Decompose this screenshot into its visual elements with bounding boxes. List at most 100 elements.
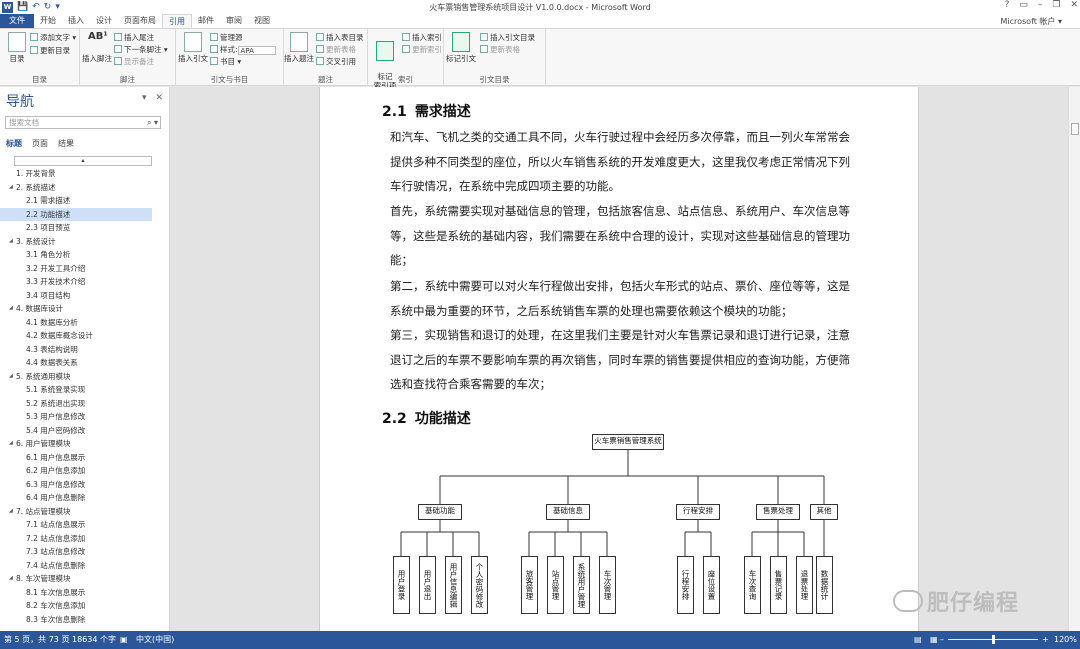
close-icon[interactable]: ✕ xyxy=(1070,0,1078,10)
insert-footnote-button[interactable]: AB¹ 插入脚注 xyxy=(82,32,112,64)
nav-heading-item[interactable]: 2.3 项目预览 xyxy=(0,221,168,235)
tab-mailings[interactable]: 邮件 xyxy=(192,14,220,28)
nav-heading-item[interactable]: 5.1 系统登录实现 xyxy=(0,383,168,397)
nav-heading-item[interactable]: 3.1 角色分析 xyxy=(0,248,168,262)
nav-heading-item[interactable]: 3.4 项目结构 xyxy=(0,289,168,303)
nav-heading-item[interactable]: ◢ 4. 数据库设计 xyxy=(0,302,168,316)
zoom-level[interactable]: 120% xyxy=(1054,631,1077,649)
restore-icon[interactable]: ❐ xyxy=(1052,0,1060,10)
nav-heading-item[interactable]: 7.3 站点信息修改 xyxy=(0,545,168,559)
add-text-button[interactable]: 添加文字 ▾ xyxy=(30,33,76,43)
insert-endnote-button[interactable]: 插入尾注 xyxy=(114,33,154,43)
zoom-slider-thumb[interactable] xyxy=(992,635,995,644)
tab-file[interactable]: 文件 xyxy=(0,14,34,28)
nav-heading-item[interactable]: 6.2 用户信息添加 xyxy=(0,464,168,478)
page-count[interactable]: 第 5 页，共 73 页 xyxy=(4,631,69,649)
minimize-icon[interactable]: – xyxy=(1038,0,1043,10)
nav-tab-pages[interactable]: 页面 xyxy=(32,138,48,149)
tab-home[interactable]: 开始 xyxy=(34,14,62,28)
nav-heading-item[interactable]: ◢ 2. 系统描述 xyxy=(0,181,168,195)
paragraph-3[interactable]: 第二，系统中需要可以对火车行程做出安排，包括火车形式的站点、票价、座位等等，这是… xyxy=(390,274,860,323)
nav-tab-results[interactable]: 结果 xyxy=(58,138,74,149)
scrollbar-thumb[interactable] xyxy=(1071,123,1079,135)
read-mode-icon[interactable]: ▤ xyxy=(914,631,922,649)
paragraph-4[interactable]: 第三，实现销售和退订的处理，在这里我们主要是针对火车售票记录和退订进行记录，注意… xyxy=(390,323,860,397)
nav-heading-item[interactable]: 3.3 开发技术介绍 xyxy=(0,275,168,289)
help-icon[interactable]: ? xyxy=(1005,0,1010,10)
collapse-triangle-icon[interactable]: ◢ xyxy=(9,572,13,586)
update-table-button[interactable]: 更新表格 xyxy=(316,45,356,55)
proofing-icon[interactable]: ▣ xyxy=(120,631,128,649)
mark-citation-button[interactable]: 标记引文 xyxy=(446,32,476,63)
nav-heading-item[interactable]: 8.3 车次信息删除 xyxy=(0,613,168,627)
tab-insert[interactable]: 插入 xyxy=(62,14,90,28)
ribbon-display-icon[interactable]: ▭ xyxy=(1019,0,1028,10)
insert-index-button[interactable]: 插入索引 xyxy=(402,33,442,43)
nav-heading-item[interactable]: 7.2 站点信息添加 xyxy=(0,532,168,546)
show-notes-button[interactable]: 显示备注 xyxy=(114,57,154,67)
manage-sources-button[interactable]: 管理源 xyxy=(210,33,243,43)
citation-style-select[interactable]: 样式: APA xyxy=(210,45,276,55)
nav-heading-item[interactable]: 1. 开发背景 xyxy=(0,167,168,181)
collapse-triangle-icon[interactable]: ◢ xyxy=(9,437,13,451)
zoom-out-icon[interactable]: – xyxy=(940,631,944,649)
cross-reference-button[interactable]: 交叉引用 xyxy=(316,57,356,67)
account-menu[interactable]: Microsoft 帐户 ▾ xyxy=(1000,16,1062,27)
tab-references[interactable]: 引用 xyxy=(162,14,192,28)
style-dropdown[interactable]: APA xyxy=(237,46,276,55)
nav-heading-item[interactable]: 4.1 数据库分析 xyxy=(0,316,168,330)
nav-heading-item[interactable]: 6.1 用户信息展示 xyxy=(0,451,168,465)
paragraph-1[interactable]: 和汽车、飞机之类的交通工具不同，火车行驶过程中会经历多次停靠，而且一列火车常常会… xyxy=(390,125,860,199)
nav-heading-item[interactable]: 6.3 用户信息修改 xyxy=(0,478,168,492)
nav-heading-item[interactable]: 2.1 需求描述 xyxy=(0,194,168,208)
next-footnote-button[interactable]: 下一条脚注 ▾ xyxy=(114,45,168,55)
collapse-triangle-icon[interactable]: ◢ xyxy=(9,370,13,384)
collapse-triangle-icon[interactable]: ◢ xyxy=(9,302,13,316)
nav-heading-item[interactable]: 4.2 数据库概念设计 xyxy=(0,329,168,343)
nav-scroll-up[interactable]: ▴ xyxy=(14,156,152,166)
nav-search-input[interactable]: 搜索文档 ⌕ ▾ xyxy=(5,116,161,129)
insert-caption-button[interactable]: 插入题注 xyxy=(284,32,314,63)
collapse-triangle-icon[interactable]: ◢ xyxy=(9,505,13,519)
nav-heading-item[interactable]: ◢ 3. 系统设计 xyxy=(0,235,168,249)
tab-review[interactable]: 审阅 xyxy=(220,14,248,28)
nav-heading-item[interactable]: 5.2 系统退出实现 xyxy=(0,397,168,411)
function-org-chart[interactable]: 火车票销售管理系统 基础功能 用户登录 用户退出 用户信息编辑 个人密码修改 基础信息 旅客管… xyxy=(388,434,878,629)
zoom-in-icon[interactable]: + xyxy=(1042,631,1049,649)
paragraph-2[interactable]: 首先，系统需要实现对基础信息的管理，包括旅客信息、站点信息、系统用户、车次信息等… xyxy=(390,199,860,273)
nav-heading-item[interactable]: 3.2 开发工具介绍 xyxy=(0,262,168,276)
document-page[interactable]: 2.1 需求描述 和汽车、飞机之类的交通工具不同，火车行驶过程中会经历多次停靠，而… xyxy=(319,87,919,631)
word-count[interactable]: 18634 个字 xyxy=(72,631,116,649)
nav-heading-item[interactable]: 6.4 用户信息删除 xyxy=(0,491,168,505)
nav-heading-item[interactable]: ◢ 5. 系统通用模块 xyxy=(0,370,168,384)
nav-heading-item[interactable]: 5.3 用户信息修改 xyxy=(0,410,168,424)
nav-heading-item[interactable]: ◢ 7. 站点管理模块 xyxy=(0,505,168,519)
nav-close-icon[interactable]: ✕ xyxy=(155,93,163,103)
nav-heading-item[interactable]: 5.4 用户密码修改 xyxy=(0,424,168,438)
nav-heading-item[interactable]: 4.3 表结构说明 xyxy=(0,343,168,357)
nav-heading-item[interactable]: 8.2 车次信息添加 xyxy=(0,599,168,613)
tab-design[interactable]: 设计 xyxy=(90,14,118,28)
insert-tof-button[interactable]: 插入表目录 xyxy=(316,33,364,43)
search-icon[interactable]: ⌕ ▾ xyxy=(147,117,158,128)
insert-citation-button[interactable]: 插入引文 xyxy=(178,32,208,63)
nav-heading-item[interactable]: ◢ 6. 用户管理模块 xyxy=(0,437,168,451)
collapse-triangle-icon[interactable]: ◢ xyxy=(9,181,13,195)
nav-heading-item[interactable]: 7.1 站点信息展示 xyxy=(0,518,168,532)
tab-page-layout[interactable]: 页面布局 xyxy=(118,14,162,28)
collapse-triangle-icon[interactable]: ◢ xyxy=(9,235,13,249)
nav-heading-item[interactable]: 8.1 车次信息展示 xyxy=(0,586,168,600)
toc-button[interactable]: 目录 xyxy=(2,32,32,63)
print-layout-icon[interactable]: ▦ xyxy=(930,631,938,649)
language[interactable]: 中文(中国) xyxy=(136,631,174,649)
nav-heading-item[interactable]: 7.4 站点信息删除 xyxy=(0,559,168,573)
nav-options-icon[interactable]: ▾ xyxy=(142,93,147,103)
vertical-scrollbar[interactable] xyxy=(1068,87,1080,631)
update-toc-button[interactable]: 更新目录 xyxy=(30,46,70,56)
update-index-button[interactable]: 更新索引 xyxy=(402,45,442,55)
bibliography-button[interactable]: 书目 ▾ xyxy=(210,57,241,67)
heading-2-1[interactable]: 2.1 需求描述 xyxy=(382,101,471,121)
nav-heading-item[interactable]: 4.4 数据表关系 xyxy=(0,356,168,370)
update-toa-button[interactable]: 更新表格 xyxy=(480,45,520,55)
heading-2-2[interactable]: 2.2 功能描述 xyxy=(382,408,471,428)
